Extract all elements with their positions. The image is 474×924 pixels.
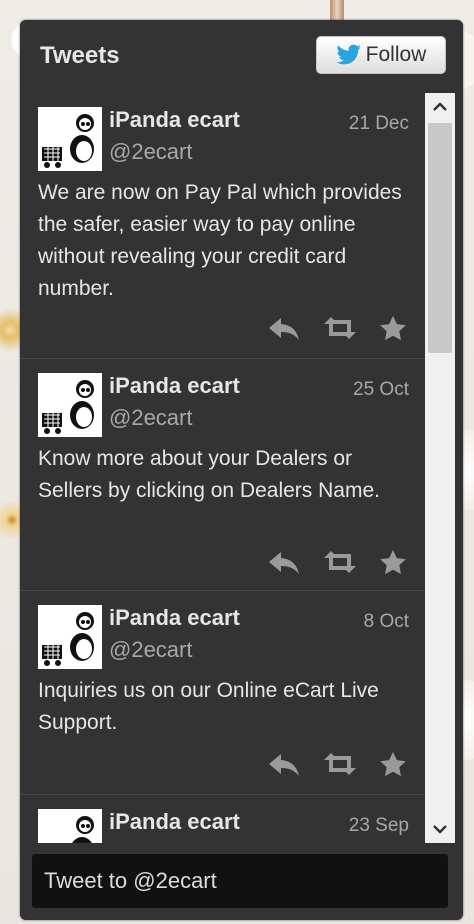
tweet-date[interactable]: 8 Oct [364, 611, 409, 633]
reply-icon[interactable] [267, 752, 301, 776]
twitter-bird-icon [336, 44, 361, 65]
star-icon[interactable] [379, 751, 407, 777]
widget-header: Tweets Follow [20, 20, 463, 93]
retweet-icon[interactable] [323, 752, 357, 776]
tweet-item: iPanda ecart @2ecart 8 Oct Inquiries us … [20, 590, 425, 795]
tweet-date[interactable]: 21 Dec [349, 113, 409, 135]
retweet-icon[interactable] [323, 550, 357, 574]
tweet-author-handle[interactable]: @2ecart [109, 139, 192, 165]
avatar[interactable] [38, 809, 102, 843]
panda-cart-logo-icon [38, 809, 102, 843]
tweet-author-name[interactable]: iPanda ecart [109, 605, 240, 631]
chevron-up-icon [433, 102, 447, 111]
tweet-author-handle[interactable]: @2ecart [109, 405, 192, 431]
reply-icon[interactable] [267, 550, 301, 574]
avatar[interactable] [38, 107, 102, 171]
tweet-composer-input[interactable]: Tweet to @2ecart [32, 854, 448, 908]
avatar[interactable] [38, 605, 102, 669]
tweet-actions [267, 315, 407, 341]
tweet-date[interactable]: 23 Sep [349, 815, 409, 837]
tweet-actions [267, 549, 407, 575]
star-icon[interactable] [379, 315, 407, 341]
scroll-up-button[interactable] [425, 93, 455, 121]
star-icon[interactable] [379, 549, 407, 575]
tweet-item: iPanda ecart @2ecart 21 Dec We are now o… [20, 93, 425, 358]
scroll-down-button[interactable] [425, 815, 455, 843]
tweet-date[interactable]: 25 Oct [353, 379, 409, 401]
background-ribbon [330, 0, 344, 22]
twitter-widget: Tweets Follow iPanda ecart @2ecart 21 De… [20, 20, 463, 920]
avatar[interactable] [38, 373, 102, 437]
tweet-actions [267, 751, 407, 777]
panda-cart-logo-icon [38, 605, 102, 669]
follow-label: Follow [365, 43, 427, 66]
scroll-thumb[interactable] [428, 123, 452, 353]
reply-icon[interactable] [267, 316, 301, 340]
tweet-text: We are now on Pay Pal which provides the… [38, 181, 402, 300]
tweet-author-handle[interactable]: @2ecart [109, 637, 192, 663]
tweet-item: iPanda ecart 23 Sep [20, 794, 425, 843]
tweet-author-name[interactable]: iPanda ecart [109, 107, 240, 133]
tweet-author-name[interactable]: iPanda ecart [109, 373, 240, 399]
chevron-down-icon [433, 825, 447, 834]
retweet-icon[interactable] [323, 316, 357, 340]
widget-title: Tweets [40, 42, 120, 69]
feed-scrollbar[interactable] [425, 93, 455, 843]
panda-cart-logo-icon [38, 107, 102, 171]
tweet-feed: iPanda ecart @2ecart 21 Dec We are now o… [20, 93, 425, 843]
tweet-text: Know more about your Dealers or Sellers … [38, 447, 380, 502]
follow-button[interactable]: Follow [316, 36, 446, 74]
tweet-author-name[interactable]: iPanda ecart [109, 809, 240, 835]
panda-cart-logo-icon [38, 373, 102, 437]
tweet-item: iPanda ecart @2ecart 25 Oct Know more ab… [20, 358, 425, 591]
tweet-text: Inquiries us on our Online eCart Live Su… [38, 679, 379, 734]
